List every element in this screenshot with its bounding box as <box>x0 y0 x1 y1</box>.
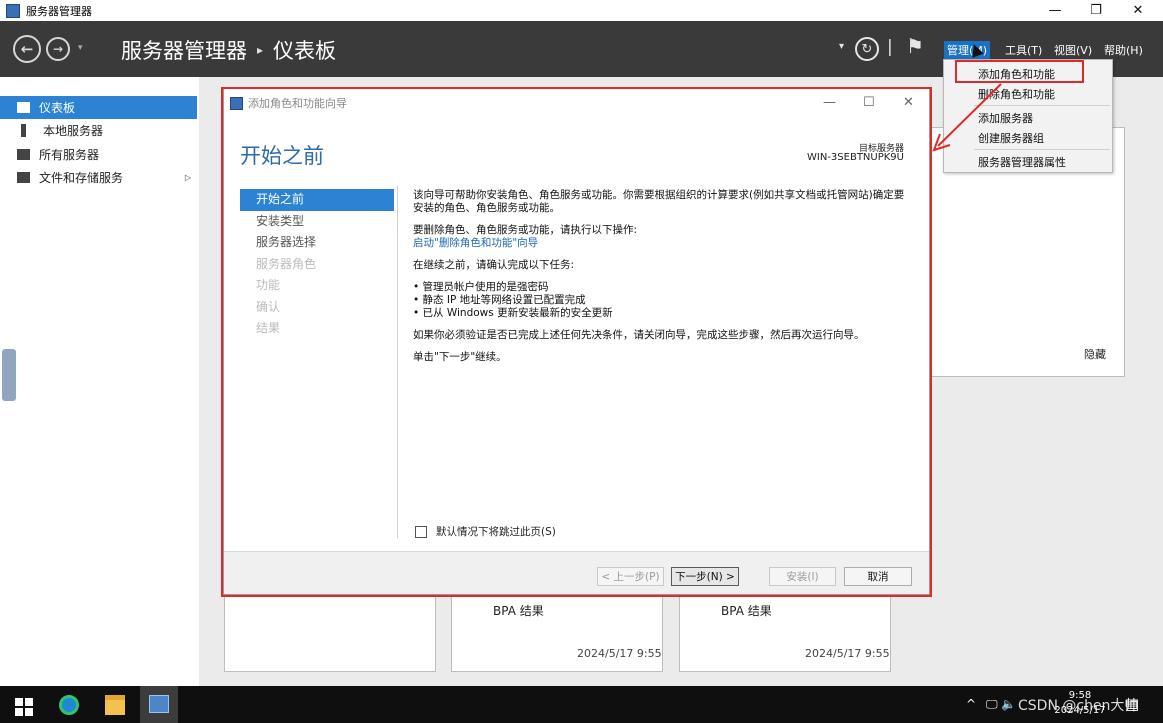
sidebar-item-dashboard[interactable]: 仪表板 <box>0 96 197 119</box>
wizard-close-button[interactable]: ✕ <box>903 95 914 110</box>
wizard-title: 添加角色和功能向导 <box>248 97 347 110</box>
next-button[interactable]: 下一步(N) > <box>671 567 739 586</box>
wizard-step-results: 结果 <box>256 321 281 335</box>
dashboard-tile[interactable]: BPA 结果 2024/5/17 9:55 <box>679 596 891 672</box>
wizard-app-icon <box>230 96 243 110</box>
menu-item-remove-roles[interactable]: 删除角色和功能 <box>978 86 1055 102</box>
wizard-divider <box>397 186 398 538</box>
install-button[interactable]: 安装(I) <box>769 567 836 586</box>
breadcrumb-current: 仪表板 <box>273 39 337 63</box>
sidebar-collapse-handle[interactable] <box>2 349 16 401</box>
tray-overflow-icon[interactable]: ^ <box>966 697 976 711</box>
server-manager-icon <box>6 3 20 18</box>
back-arrow-icon[interactable]: ← <box>13 35 41 63</box>
wizard-body: 该向导可帮助你安装角色、角色服务或功能。你需要根据组织的计算要求(例如共享文档或… <box>413 189 913 373</box>
hide-link[interactable]: 隐藏 <box>1084 346 1106 362</box>
watermark-text: CSDN @chen大帅 <box>1018 698 1139 714</box>
sidebar: 仪表板 本地服务器 所有服务器 文件和存储服务 ▷ <box>0 77 199 686</box>
dashboard-icon <box>17 102 30 113</box>
storage-icon <box>17 172 30 183</box>
next-hint-text: 单击"下一步"继续。 <box>413 351 507 363</box>
windows-start-icon[interactable] <box>15 698 33 716</box>
servers-icon <box>17 149 30 160</box>
window-title: 服务器管理器 <box>26 4 92 18</box>
sidebar-item-local-server[interactable]: 本地服务器 <box>0 119 197 142</box>
cancel-button[interactable]: 取消 <box>844 567 912 586</box>
refresh-icon[interactable]: ↻ <box>855 37 879 61</box>
tile-title[interactable]: BPA 结果 <box>493 602 544 619</box>
notification-flag-icon[interactable]: ⚑ <box>906 34 924 58</box>
tile-timestamp: 2024/5/17 9:55 <box>805 647 890 660</box>
annotation-highlight-add-roles <box>955 60 1084 83</box>
wizard-footer: < 上一步(P) 下一步(N) > 安装(I) 取消 <box>224 551 929 594</box>
target-server-name: WIN-3SEBTNUPK9U <box>807 152 904 163</box>
server-icon <box>21 124 26 137</box>
wizard-step-server-selection[interactable]: 服务器选择 <box>240 232 394 254</box>
sidebar-item-label: 所有服务器 <box>39 148 100 162</box>
skip-page-option[interactable]: 默认情况下将跳过此页(S) <box>415 524 556 539</box>
sidebar-item-label: 仪表板 <box>39 101 76 115</box>
wizard-intro-text: 该向导可帮助你安装角色、角色服务或功能。你需要根据组织的计算要求(例如共享文档或… <box>413 189 905 214</box>
history-dropdown-icon[interactable]: ▾ <box>78 43 83 53</box>
tile-title[interactable]: BPA 结果 <box>721 602 772 619</box>
wizard-step-confirmation: 确认 <box>256 299 281 314</box>
taskbar: ^ 🖵 🔈 9:58 2024/5/17 ▤ <box>0 686 1163 723</box>
close-button[interactable]: ✕ <box>1116 0 1160 21</box>
task-list: 管理员帐户使用的是强密码 静态 IP 地址等网络设置已配置完成 已从 Windo… <box>413 281 913 320</box>
wizard-step-install-type[interactable]: 安装类型 <box>240 211 394 233</box>
sidebar-item-label: 本地服务器 <box>43 124 104 138</box>
wizard-step-server-roles: 服务器角色 <box>256 256 317 271</box>
remove-roles-link[interactable]: 启动"删除角色和功能"向导 <box>413 237 538 249</box>
menu-item-add-servers[interactable]: 添加服务器 <box>978 110 1033 126</box>
edge-browser-icon[interactable] <box>59 695 79 715</box>
wizard-step-features: 功能 <box>256 278 281 292</box>
sidebar-item-file-storage[interactable]: 文件和存储服务 ▷ <box>0 166 197 189</box>
menu-tools[interactable]: 工具(T) <box>1005 42 1042 58</box>
wizard-maximize-button[interactable]: ☐ <box>863 95 875 110</box>
forward-arrow-icon[interactable]: → <box>46 37 70 61</box>
expand-chevron-icon[interactable]: ▷ <box>185 173 191 182</box>
confirm-intro-text: 在继续之前，请确认完成以下任务: <box>413 259 575 271</box>
wizard-step-before-you-begin[interactable]: 开始之前 <box>240 189 394 211</box>
file-explorer-icon[interactable] <box>105 695 125 715</box>
prereq-note-text: 如果你必须验证是否已完成上述任何先决条件，请关闭向导，完成这些步骤，然后再次运行… <box>413 329 865 341</box>
skip-page-checkbox[interactable] <box>415 525 427 538</box>
task-item: 管理员帐户使用的是强密码 <box>413 281 913 294</box>
add-roles-wizard: 添加角色和功能向导 — ☐ ✕ 开始之前 目标服务器 WIN-3SEBTNUPK… <box>223 88 930 595</box>
task-item: 静态 IP 地址等网络设置已配置完成 <box>413 294 913 307</box>
dashboard-tile[interactable] <box>224 596 436 672</box>
breadcrumb-chevron-icon: ▸ <box>257 43 264 57</box>
wizard-heading: 开始之前 <box>240 144 324 168</box>
menu-item-properties[interactable]: 服务器管理器属性 <box>978 154 1066 170</box>
task-item: 已从 Windows 更新安装最新的安全更新 <box>413 307 913 320</box>
window-titlebar: 服务器管理器 <box>0 0 1163 21</box>
previous-button[interactable]: < 上一步(P) <box>597 567 664 586</box>
wizard-steps: 开始之前 安装类型 服务器选择 服务器角色 功能 确认 结果 <box>240 189 394 340</box>
breadcrumb-root[interactable]: 服务器管理器 <box>121 35 247 65</box>
remove-hint-text: 要删除角色、角色服务或功能，请执行以下操作: <box>413 224 638 236</box>
menu-view[interactable]: 视图(V) <box>1054 42 1092 58</box>
menu-manage[interactable]: 管理(M) <box>944 41 991 59</box>
refresh-dropdown-icon[interactable]: ▾ <box>839 41 844 52</box>
skip-page-label[interactable]: 默认情况下将跳过此页(S) <box>436 524 556 539</box>
server-manager-taskbar-icon[interactable] <box>140 686 178 723</box>
menu-separator <box>974 105 1110 106</box>
sidebar-item-label: 文件和存储服务 <box>39 171 124 185</box>
breadcrumb: 服务器管理器 ▸ 仪表板 <box>121 35 336 65</box>
menu-item-create-server-group[interactable]: 创建服务器组 <box>978 130 1044 146</box>
tile-timestamp: 2024/5/17 9:55 <box>577 647 662 660</box>
menu-separator <box>974 149 1110 150</box>
dashboard-tile[interactable]: BPA 结果 2024/5/17 9:55 <box>451 596 663 672</box>
sidebar-item-all-servers[interactable]: 所有服务器 <box>0 143 197 166</box>
header-divider: | <box>887 37 893 57</box>
minimize-button[interactable]: — <box>1033 0 1077 21</box>
wizard-minimize-button[interactable]: — <box>823 95 836 110</box>
network-volume-icon[interactable]: 🖵 🔈 <box>986 697 1016 712</box>
maximize-button[interactable]: ❐ <box>1074 0 1118 21</box>
menu-help[interactable]: 帮助(H) <box>1104 42 1143 58</box>
